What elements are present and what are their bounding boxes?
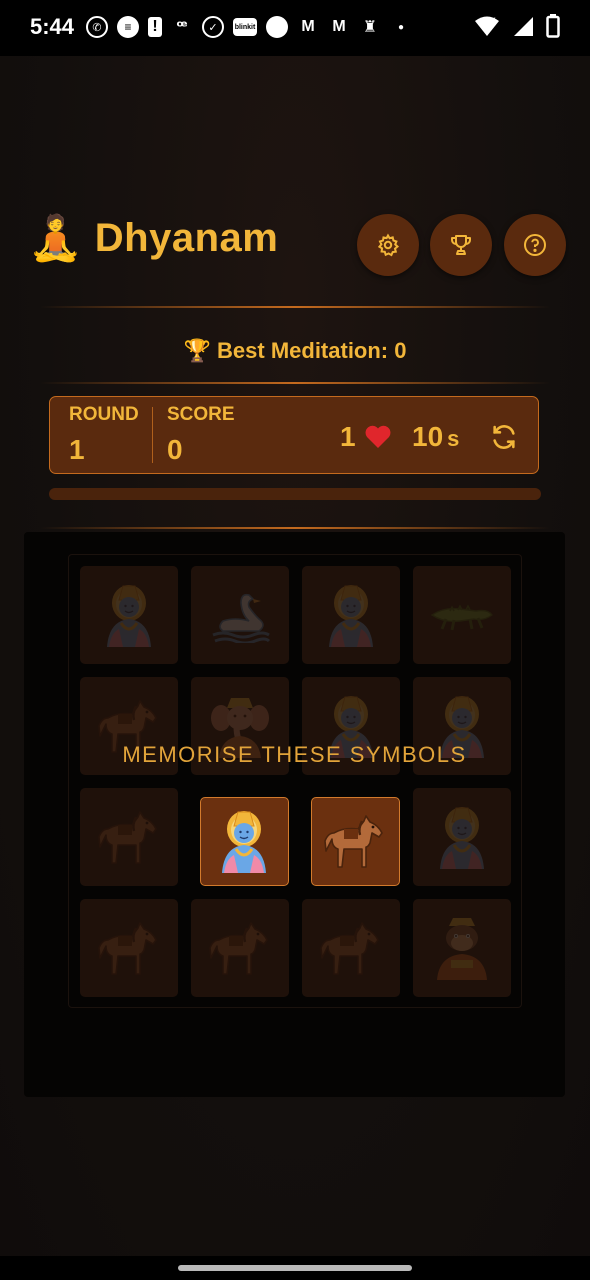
horse-icon bbox=[324, 815, 383, 868]
round-value: 1 bbox=[69, 434, 85, 465]
vishnu-icon bbox=[329, 585, 373, 647]
hanuman-icon bbox=[437, 918, 487, 980]
app-screen: 🧘 Dhyanam 🏆 Best Meditation: 0 ROUND 1 S bbox=[0, 56, 590, 1256]
signal-icon bbox=[514, 17, 533, 36]
help-icon bbox=[524, 234, 546, 256]
system-icons: x bbox=[474, 14, 560, 38]
home-gesture-handle[interactable] bbox=[178, 1265, 412, 1271]
status-time: 5:44 bbox=[30, 14, 75, 39]
app-header: 🧘 Dhyanam bbox=[28, 216, 278, 261]
alert-icon: ! bbox=[148, 17, 162, 37]
svg-text:x: x bbox=[491, 15, 496, 24]
card-vishnu[interactable] bbox=[413, 788, 511, 886]
keyhole-icon: ♜ bbox=[362, 19, 378, 36]
dot-icon: ● bbox=[397, 21, 405, 33]
timer-display: 10 s bbox=[412, 421, 459, 453]
meditation-logo-icon: 🧘 bbox=[28, 213, 83, 263]
card-horse[interactable] bbox=[310, 796, 400, 886]
crocodile-icon bbox=[430, 604, 493, 631]
heart-icon bbox=[365, 425, 391, 448]
leaderboard-button[interactable] bbox=[430, 214, 492, 276]
horse-icon bbox=[98, 811, 157, 864]
best-meditation: 🏆 Best Meditation: 0 bbox=[183, 338, 407, 363]
whatsapp-icon: ✆ bbox=[86, 16, 108, 38]
stats-panel: ROUND 1 SCORE 0 1 10 s bbox=[49, 396, 539, 474]
wifi-icon: x bbox=[475, 15, 499, 36]
header-divider bbox=[40, 306, 550, 308]
horse-icon bbox=[320, 922, 379, 975]
vishnu-icon bbox=[107, 585, 151, 647]
settings-button[interactable] bbox=[357, 214, 419, 276]
status-bar: 5:44 ✆ ≡ ! ꟹ ✓ blinkit M M ♜ ● x bbox=[0, 0, 590, 56]
round-label: ROUND bbox=[69, 404, 139, 425]
vishnu-icon bbox=[222, 811, 266, 873]
game-board: MEMORISE THESE SYMBOLS bbox=[24, 532, 565, 1097]
best-divider bbox=[40, 382, 550, 384]
check-circle-icon: ✓ bbox=[202, 16, 224, 38]
memorise-message: MEMORISE THESE SYMBOLS bbox=[122, 742, 467, 767]
card-horse[interactable] bbox=[191, 899, 289, 997]
timer-progress-bar bbox=[49, 488, 541, 500]
lives-display: 1 bbox=[340, 421, 392, 453]
system-navigation-bar bbox=[0, 1256, 590, 1280]
card-horse[interactable] bbox=[80, 788, 178, 886]
circle-icon bbox=[266, 16, 288, 38]
lives-value: 1 bbox=[340, 421, 356, 452]
score-label: SCORE bbox=[167, 404, 235, 425]
timer-unit: s bbox=[447, 426, 460, 451]
message-icon: ≡ bbox=[117, 16, 139, 38]
card-vishnu[interactable] bbox=[302, 566, 400, 664]
card-swan[interactable] bbox=[191, 566, 289, 664]
timer-value: 10 bbox=[412, 421, 444, 452]
card-hanuman[interactable] bbox=[413, 899, 511, 997]
horse-icon bbox=[209, 922, 268, 975]
help-button[interactable] bbox=[504, 214, 566, 276]
stats-separator bbox=[152, 407, 153, 463]
swan-icon bbox=[212, 593, 271, 643]
card-crocodile[interactable] bbox=[413, 566, 511, 664]
settings-icon bbox=[377, 233, 400, 257]
app-title: Dhyanam bbox=[94, 216, 279, 260]
horse-icon bbox=[98, 922, 157, 975]
blinkit-icon: blinkit bbox=[233, 18, 257, 36]
card-vishnu[interactable] bbox=[199, 796, 289, 886]
refresh-icon[interactable] bbox=[490, 423, 518, 451]
card-horse[interactable] bbox=[80, 899, 178, 997]
score-value: 0 bbox=[167, 434, 183, 465]
battery-icon bbox=[546, 14, 560, 38]
gmail-icon: M bbox=[332, 18, 346, 35]
notification-icons: ✆ ≡ ! ꟹ ✓ blinkit M M ♜ ● bbox=[86, 16, 412, 38]
swiggy-icon: ꟹ bbox=[176, 19, 188, 36]
board-divider bbox=[40, 527, 550, 529]
vishnu-icon bbox=[440, 807, 484, 869]
gmail-icon: M bbox=[301, 18, 315, 35]
card-vishnu[interactable] bbox=[80, 566, 178, 664]
card-horse[interactable] bbox=[302, 899, 400, 997]
trophy-icon bbox=[451, 235, 471, 255]
